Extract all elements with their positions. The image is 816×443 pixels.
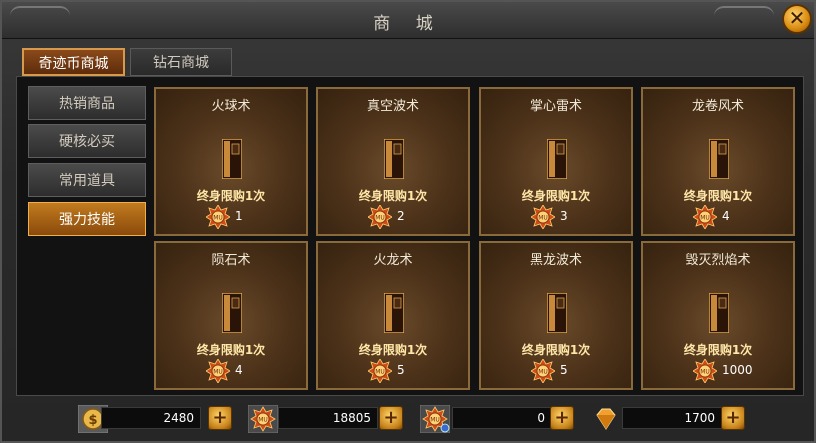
medal-icon: MU [367, 204, 393, 230]
skill-name: 火球术 [211, 99, 251, 114]
skill-book-icon[interactable] [546, 138, 568, 180]
sidebar-item-hardcore[interactable]: 硬核必买 [28, 124, 146, 158]
item-price: 1000 [722, 363, 753, 377]
currency-amount: 0 [452, 407, 552, 429]
sidebar-item-skills[interactable]: 强力技能 [28, 202, 146, 236]
item-price: 1 [235, 209, 243, 223]
bound-medal-icon: MU [419, 404, 451, 434]
close-button[interactable]: ✕ [782, 4, 812, 34]
add-currency-button[interactable]: + [379, 406, 403, 430]
medal-icon: MU [530, 358, 556, 384]
skill-name: 陨石术 [211, 253, 251, 268]
medal-icon: MU [205, 204, 231, 230]
shop-window: 商 城 ✕ 奇迹币商城 钻石商城 热销商品 硬核必买 常用道具 强力技能 火球术… [0, 0, 816, 443]
diamond-icon [591, 405, 621, 433]
close-icon: ✕ [788, 6, 806, 30]
sidebar-item-hot-sale[interactable]: 热销商品 [28, 86, 146, 120]
window-title: 商 城 [373, 14, 443, 34]
skill-name: 毁灭烈焰术 [685, 253, 751, 268]
skill-book-icon[interactable] [383, 138, 405, 180]
skill-book-icon[interactable] [221, 138, 243, 180]
item-price: 3 [560, 209, 568, 223]
svg-text:MU: MU [258, 417, 268, 424]
purchase-limit: 终身限购1次 [683, 343, 753, 357]
item-price: 4 [722, 209, 730, 223]
svg-text:MU: MU [375, 369, 385, 376]
item-price: 4 [235, 363, 243, 377]
plus-icon: + [212, 407, 228, 428]
svg-text:MU: MU [213, 215, 223, 222]
skill-card[interactable]: 龙卷风术终身限购1次 MU 4 [641, 87, 795, 236]
tab-miracle-coin-shop[interactable]: 奇迹币商城 [22, 48, 125, 76]
add-currency-button[interactable]: + [550, 406, 574, 430]
skill-card[interactable]: 真空波术终身限购1次 MU 2 [316, 87, 470, 236]
medal-icon: MU [247, 404, 279, 434]
tab-diamond-shop[interactable]: 钻石商城 [130, 48, 232, 76]
svg-text:MU: MU [213, 369, 223, 376]
skill-name: 掌心雷术 [529, 99, 582, 114]
skill-book-icon[interactable] [708, 292, 730, 334]
add-currency-button[interactable]: + [721, 406, 745, 430]
svg-text:MU: MU [538, 215, 548, 222]
medal-icon: MU [205, 358, 231, 384]
item-price: 5 [560, 363, 568, 377]
skill-card[interactable]: 黑龙波术终身限购1次 MU 5 [479, 241, 633, 390]
skill-book-icon[interactable] [221, 292, 243, 334]
skill-name: 黑龙波术 [529, 253, 582, 268]
purchase-limit: 终身限购1次 [358, 189, 428, 203]
skill-card[interactable]: 陨石术终身限购1次 MU 4 [154, 241, 308, 390]
svg-text:MU: MU [430, 417, 440, 424]
skill-book-icon[interactable] [708, 138, 730, 180]
svg-text:$: $ [88, 413, 97, 428]
purchase-limit: 终身限购1次 [521, 343, 591, 357]
currency-amount: 18805 [278, 407, 378, 429]
plus-icon: + [554, 407, 570, 428]
skill-card[interactable]: 掌心雷术终身限购1次 MU 3 [479, 87, 633, 236]
title-bar[interactable]: 商 城 [2, 2, 814, 39]
skill-name: 龙卷风术 [691, 99, 744, 114]
currency-amount: 2480 [101, 407, 201, 429]
add-currency-button[interactable]: + [208, 406, 232, 430]
medal-icon: MU [367, 358, 393, 384]
skill-book-icon[interactable] [546, 292, 568, 334]
skill-card[interactable]: 火球术终身限购1次 MU 1 [154, 87, 308, 236]
plus-icon: + [383, 407, 399, 428]
skill-name: 真空波术 [366, 99, 419, 114]
plus-icon: + [725, 407, 741, 428]
svg-text:MU: MU [538, 369, 548, 376]
svg-text:MU: MU [375, 215, 385, 222]
medal-icon: MU [692, 358, 718, 384]
purchase-limit: 终身限购1次 [683, 189, 753, 203]
skill-book-icon[interactable] [383, 292, 405, 334]
currency-amount: 1700 [622, 407, 722, 429]
purchase-limit: 终身限购1次 [196, 189, 266, 203]
skill-card[interactable]: 毁灭烈焰术终身限购1次 MU 1000 [641, 241, 795, 390]
item-price: 2 [397, 209, 405, 223]
svg-text:MU: MU [700, 215, 710, 222]
purchase-limit: 终身限购1次 [358, 343, 428, 357]
skill-card[interactable]: 火龙术终身限购1次 MU 5 [316, 241, 470, 390]
svg-text:MU: MU [700, 369, 710, 376]
purchase-limit: 终身限购1次 [521, 189, 591, 203]
item-price: 5 [397, 363, 405, 377]
sidebar-item-common-items[interactable]: 常用道具 [28, 163, 146, 197]
skill-name: 火龙术 [373, 253, 413, 268]
purchase-limit: 终身限购1次 [196, 343, 266, 357]
medal-icon: MU [530, 204, 556, 230]
medal-icon: MU [692, 204, 718, 230]
